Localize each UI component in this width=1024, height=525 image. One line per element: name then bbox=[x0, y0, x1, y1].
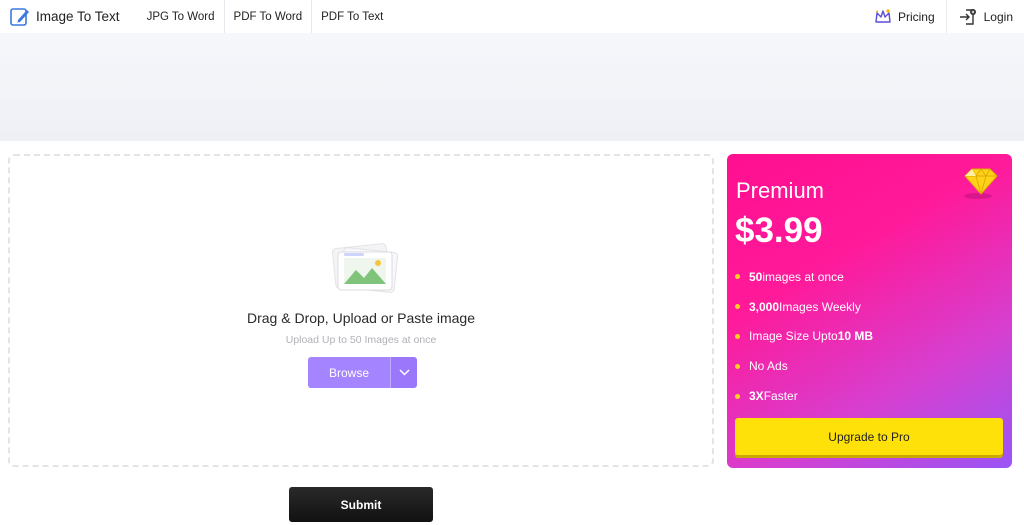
feature-item: 3X Faster bbox=[735, 381, 873, 411]
dropzone-subtitle: Upload Up to 50 Images at once bbox=[285, 334, 437, 346]
upgrade-to-pro-button[interactable]: Upgrade to Pro bbox=[735, 418, 1003, 455]
feature-item: 3,000 Images Weekly bbox=[735, 292, 873, 322]
login-arrow-icon bbox=[959, 8, 976, 25]
browse-options-dropdown[interactable] bbox=[390, 357, 417, 388]
nav-links: JPG To Word PDF To Word PDF To Text bbox=[138, 0, 393, 33]
banner-area bbox=[0, 33, 1024, 141]
browse-button[interactable]: Browse bbox=[308, 357, 390, 388]
upload-dropzone[interactable]: Drag & Drop, Upload or Paste image Uploa… bbox=[8, 154, 714, 467]
dropzone-title: Drag & Drop, Upload or Paste image bbox=[247, 310, 475, 326]
nav-pdf-to-word[interactable]: PDF To Word bbox=[225, 0, 313, 33]
nav-right: Pricing Login bbox=[863, 0, 1024, 33]
feature-item: Image Size Upto 10 MB bbox=[735, 322, 873, 352]
top-navigation: Image To Text JPG To Word PDF To Word PD… bbox=[0, 0, 1024, 33]
premium-card: Premium $3.99 50 images at once 3,000 Im… bbox=[727, 154, 1012, 468]
brand-label: Image To Text bbox=[36, 9, 120, 24]
premium-features: 50 images at once 3,000 Images Weekly Im… bbox=[735, 262, 873, 411]
nav-jpg-to-word[interactable]: JPG To Word bbox=[138, 0, 225, 33]
crown-icon bbox=[875, 8, 891, 23]
image-upload-icon bbox=[331, 243, 399, 293]
pricing-label: Pricing bbox=[897, 9, 935, 24]
diamond-icon bbox=[964, 168, 998, 199]
chevron-down-icon bbox=[398, 369, 410, 376]
pen-notepad-icon bbox=[10, 7, 29, 26]
premium-price: $3.99 bbox=[735, 211, 823, 250]
feature-item: No Ads bbox=[735, 351, 873, 381]
feature-item: 50 images at once bbox=[735, 262, 873, 292]
nav-pdf-to-text[interactable]: PDF To Text bbox=[312, 0, 392, 33]
login-label: Login bbox=[983, 9, 1013, 24]
browse-group: Browse bbox=[308, 357, 417, 388]
login-link[interactable]: Login bbox=[947, 0, 1024, 33]
brand-link[interactable]: Image To Text bbox=[0, 0, 120, 33]
premium-title: Premium bbox=[736, 178, 825, 203]
pricing-link[interactable]: Pricing bbox=[863, 0, 947, 33]
submit-button[interactable]: Submit bbox=[289, 487, 433, 522]
